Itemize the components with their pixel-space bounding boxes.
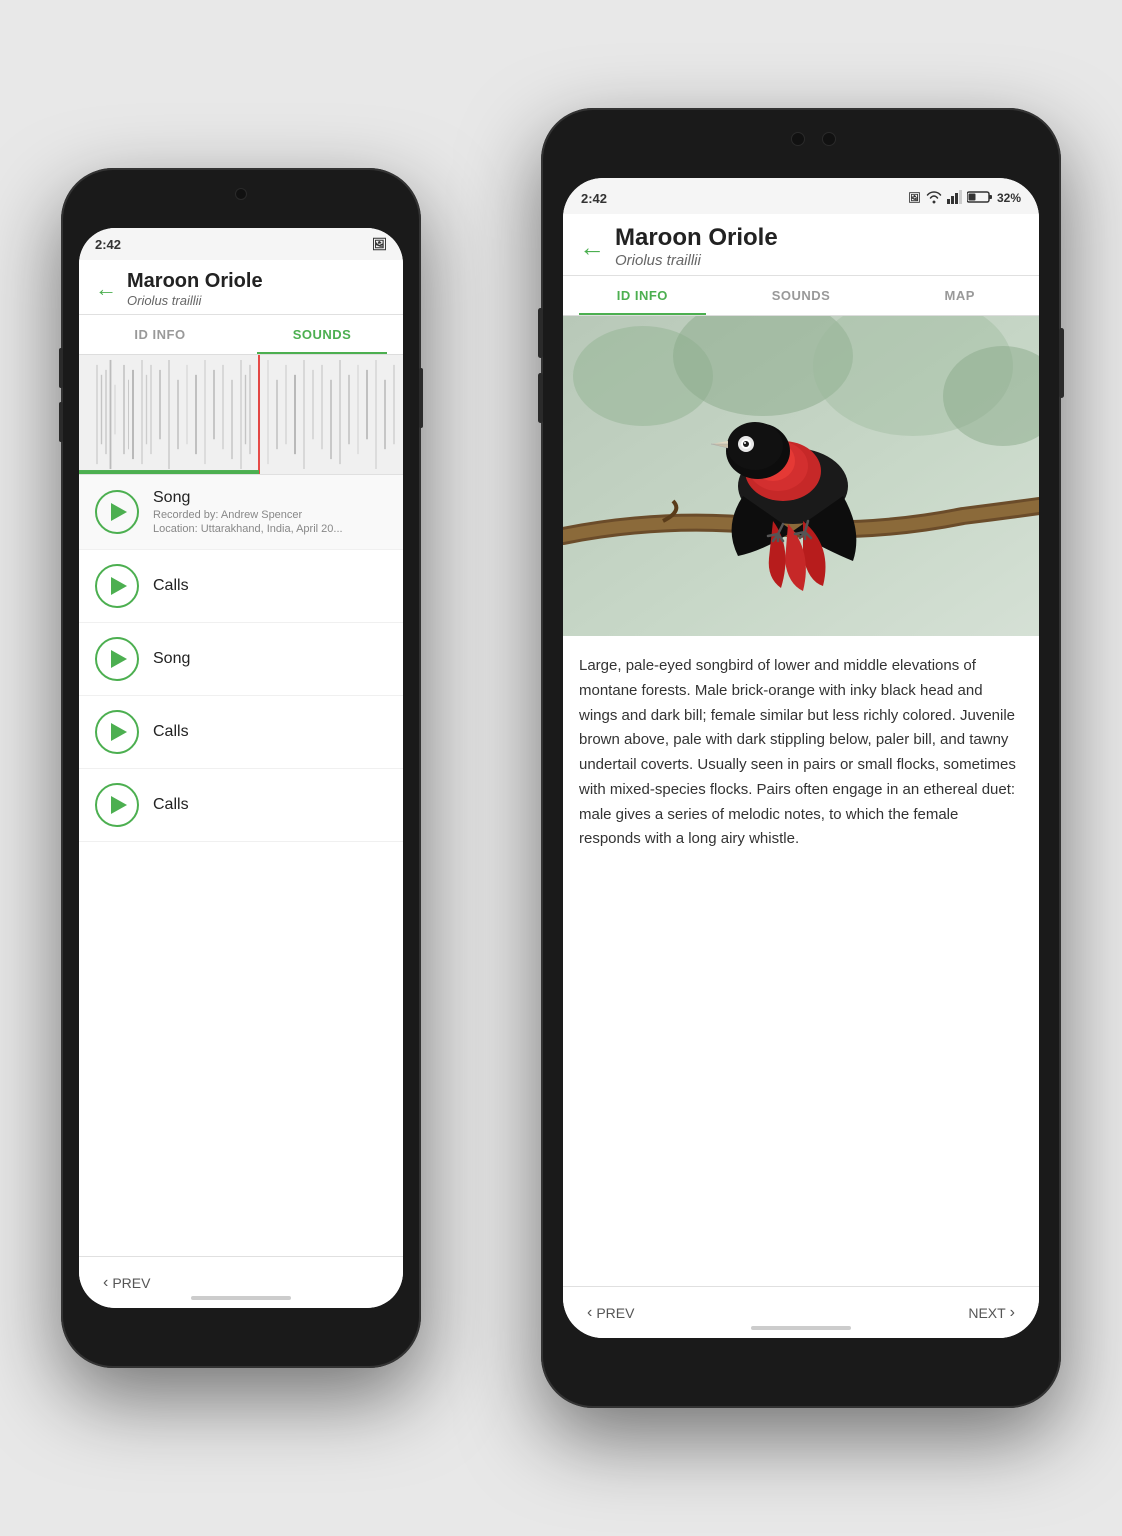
time-left: 2:42	[95, 237, 121, 252]
tab-id-info-right[interactable]: ID INFO	[563, 276, 722, 315]
play-icon-5	[111, 796, 127, 814]
play-button-1[interactable]	[95, 490, 139, 534]
battery-percent: 32%	[997, 191, 1021, 205]
volume-up-button[interactable]	[59, 348, 63, 388]
sound-info-3: Song	[153, 650, 387, 668]
volume-down-button[interactable]	[59, 402, 63, 442]
status-icon-left: 🖼	[372, 237, 387, 251]
tab-map-right[interactable]: MAP	[880, 276, 1039, 315]
play-icon-3	[111, 650, 127, 668]
tab-sounds-left[interactable]: SOUNDS	[241, 315, 403, 354]
sound-list-left: Song Recorded by: Andrew Spencer Locatio…	[79, 475, 403, 1308]
play-icon-2	[111, 577, 127, 595]
status-bar-left: 2:42 🖼	[79, 228, 403, 260]
bird-scientific-right: Oriolus traillii	[615, 252, 778, 269]
bird-illustration	[563, 316, 1039, 636]
bottom-nav-left: ‹ PREV	[79, 1256, 403, 1308]
app-header-left: ← Maroon Oriole Oriolus traillii	[79, 260, 403, 315]
front-camera	[235, 188, 247, 200]
time-right: 2:42	[581, 191, 607, 206]
play-icon-4	[111, 723, 127, 741]
play-icon-1	[111, 503, 127, 521]
chevron-left-icon-right: ‹	[587, 1304, 592, 1322]
sound-info-5: Calls	[153, 796, 387, 814]
back-button-right[interactable]: ←	[579, 234, 605, 260]
home-indicator-left	[191, 1296, 291, 1300]
app-header-right: ← Maroon Oriole Oriolus traillii	[563, 214, 1039, 276]
sound-info-2: Calls	[153, 577, 387, 595]
bird-image	[563, 316, 1039, 636]
play-button-5[interactable]	[95, 783, 139, 827]
signal-bars-icon	[947, 190, 963, 207]
power-button[interactable]	[419, 368, 423, 428]
play-button-2[interactable]	[95, 564, 139, 608]
waveform-display	[79, 355, 403, 475]
status-bar-right: 2:42 🖼	[563, 178, 1039, 214]
sound-item-1[interactable]: Song Recorded by: Andrew Spencer Locatio…	[79, 475, 403, 550]
phone-left-screen: 2:42 🖼 ← Maroon Oriole Oriolus traillii	[79, 228, 403, 1308]
phone-left: 2:42 🖼 ← Maroon Oriole Oriolus traillii	[61, 168, 421, 1368]
next-button-right[interactable]: NEXT ›	[968, 1304, 1015, 1322]
tabs-right: ID INFO SOUNDS MAP	[563, 276, 1039, 316]
bird-scientific-left: Oriolus traillii	[127, 293, 263, 308]
front-camera-right-1	[791, 132, 805, 146]
chevron-left-icon-left: ‹	[103, 1274, 108, 1292]
wifi-icon	[925, 190, 943, 207]
chevron-right-icon-right: ›	[1010, 1304, 1015, 1322]
prev-button-right[interactable]: ‹ PREV	[587, 1304, 634, 1322]
tabs-left: ID INFO SOUNDS	[79, 315, 403, 355]
volume-up-button-right[interactable]	[538, 308, 543, 358]
sound-info-4: Calls	[153, 723, 387, 741]
prev-button-left[interactable]: ‹ PREV	[103, 1274, 150, 1292]
tab-sounds-right[interactable]: SOUNDS	[722, 276, 881, 315]
front-camera-right-2	[822, 132, 836, 146]
bird-name-left: Maroon Oriole	[127, 270, 263, 293]
bird-description: Large, pale-eyed songbird of lower and m…	[563, 636, 1039, 870]
status-image-icon: 🖼	[908, 193, 921, 204]
bird-name-right: Maroon Oriole	[615, 224, 778, 252]
battery-icon	[967, 190, 993, 207]
bottom-nav-right: ‹ PREV NEXT ›	[563, 1286, 1039, 1338]
tab-id-info-left[interactable]: ID INFO	[79, 315, 241, 354]
sound-item-2[interactable]: Calls	[79, 550, 403, 623]
sound-info-1: Song Recorded by: Andrew Spencer Locatio…	[153, 489, 387, 535]
status-icons-right: 🖼	[908, 190, 1021, 207]
play-button-4[interactable]	[95, 710, 139, 754]
sound-item-5[interactable]: Calls	[79, 769, 403, 842]
phone-right-screen: 2:42 🖼	[563, 178, 1039, 1338]
back-button-left[interactable]: ←	[95, 278, 117, 300]
phone-right: 2:42 🖼	[541, 108, 1061, 1408]
volume-down-button-right[interactable]	[538, 373, 543, 423]
power-button-right[interactable]	[1059, 328, 1064, 398]
home-indicator-right	[751, 1326, 851, 1330]
sound-item-3[interactable]: Song	[79, 623, 403, 696]
sound-item-4[interactable]: Calls	[79, 696, 403, 769]
play-button-3[interactable]	[95, 637, 139, 681]
